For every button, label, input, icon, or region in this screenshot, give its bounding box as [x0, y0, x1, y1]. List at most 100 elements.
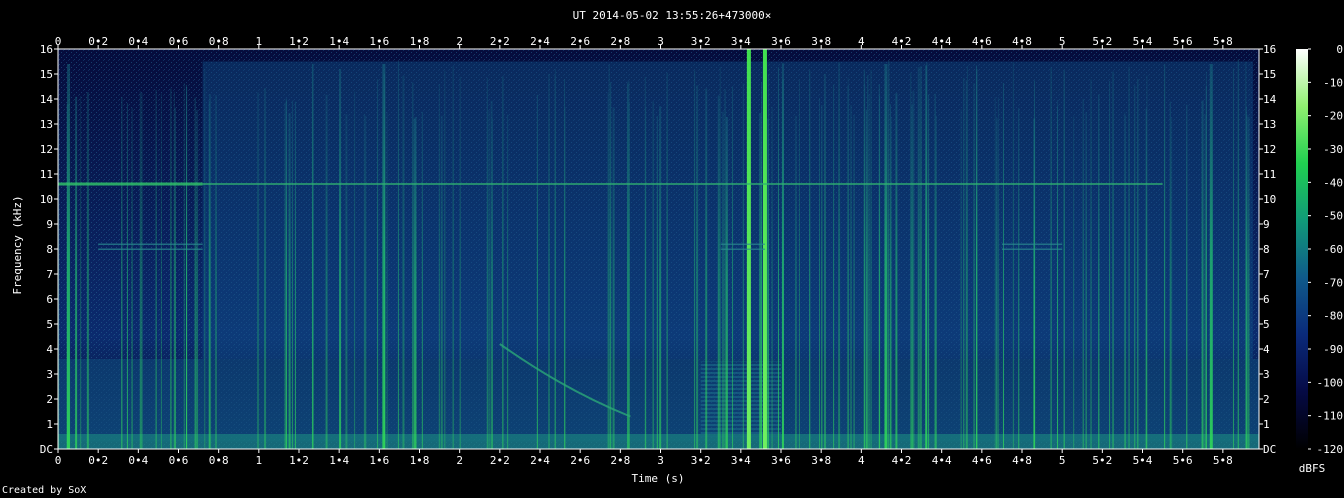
- transient-line: [174, 107, 176, 449]
- transient-line: [879, 95, 881, 449]
- y-tick-label-right: 7: [1263, 268, 1270, 281]
- y-tick-label-left: 2: [46, 393, 53, 406]
- transient-line: [925, 65, 928, 449]
- colorbar-tick-label: -10: [1323, 76, 1343, 89]
- x-tick-label-top: 3: [657, 35, 664, 48]
- transient-line: [1237, 59, 1239, 449]
- low-frequency-band: [58, 359, 1259, 442]
- transient-line: [121, 96, 123, 449]
- y-tick-label-right: 13: [1263, 118, 1276, 131]
- bright-transient-line: [382, 64, 386, 449]
- y-tick-label-left: 3: [46, 368, 53, 381]
- x-tick-label-top: 5•2: [1092, 35, 1112, 48]
- tone-10-6khz: [58, 182, 203, 186]
- colorbar-tick-label: -30: [1323, 143, 1343, 156]
- transient-line: [1085, 112, 1087, 449]
- x-tick-label-bottom: 5•8: [1213, 454, 1233, 467]
- aux-tone: [720, 243, 765, 245]
- transient-line: [397, 60, 399, 449]
- x-tick-label-top: 1•6: [369, 35, 389, 48]
- y-tick-label-left: 13: [40, 118, 53, 131]
- transient-line: [354, 91, 356, 449]
- transient-line: [140, 92, 143, 449]
- transient-line: [1012, 62, 1014, 449]
- x-tick-label-top: 2: [456, 35, 463, 48]
- transient-line: [1134, 85, 1136, 449]
- x-tick-label-top: 2•8: [610, 35, 630, 48]
- y-tick-label-right: 2: [1263, 393, 1270, 406]
- y-tick-label-right: 1: [1263, 418, 1270, 431]
- transient-line: [413, 118, 416, 449]
- colorbar-tick-label: -70: [1323, 276, 1343, 289]
- x-tick-label-top: 5: [1059, 35, 1066, 48]
- transient-line: [1204, 114, 1207, 449]
- transient-line: [696, 85, 699, 449]
- transient-line: [891, 117, 893, 449]
- transient-line: [284, 102, 286, 449]
- transient-line: [1164, 64, 1166, 449]
- x-tick-label-bottom: 5•6: [1173, 454, 1193, 467]
- colorbar-tick-label: -120: [1317, 443, 1344, 456]
- transient-line: [325, 94, 328, 449]
- colorbar-tick-label: -80: [1323, 310, 1343, 323]
- x-tick-label-bottom: 5•4: [1133, 454, 1153, 467]
- colorbar-tick-label: -100: [1317, 376, 1344, 389]
- x-tick-label-top: 3•6: [771, 35, 791, 48]
- transient-line: [536, 94, 538, 449]
- x-tick-label-top: 3•4: [731, 35, 751, 48]
- transient-line: [809, 70, 811, 449]
- transient-line: [155, 89, 157, 449]
- x-tick-label-bottom: 5•2: [1092, 454, 1112, 467]
- transient-line: [204, 68, 206, 449]
- transient-line: [564, 106, 566, 449]
- x-tick-label-top: 2•2: [490, 35, 510, 48]
- x-tick-label-top: 2•4: [530, 35, 550, 48]
- bright-transient-line: [1209, 64, 1213, 449]
- x-tick-label-bottom: 0•6: [169, 454, 189, 467]
- transient-line: [781, 63, 784, 449]
- aux-tone: [98, 243, 203, 245]
- transient-line: [717, 95, 720, 449]
- transient-line: [1109, 80, 1111, 449]
- colorbar-tick-label: -60: [1323, 243, 1343, 256]
- transient-line: [131, 107, 133, 449]
- transient-line: [868, 94, 870, 449]
- transient-line: [847, 77, 849, 449]
- y-tick-label-right: 8: [1263, 243, 1270, 256]
- transient-line: [75, 96, 78, 449]
- y-tick-label-left: 6: [46, 293, 53, 306]
- transient-line: [610, 82, 612, 449]
- x-tick-label-bottom: 2: [456, 454, 463, 467]
- transient-line: [257, 92, 259, 449]
- transient-line: [853, 114, 855, 449]
- transient-line: [286, 100, 288, 449]
- transient-line: [608, 64, 610, 449]
- y-tick-label-right: 6: [1263, 293, 1270, 306]
- y-tick-label-left: 1: [46, 418, 53, 431]
- x-tick-label-bottom: 4: [858, 454, 865, 467]
- aux-tone: [1001, 248, 1063, 250]
- transient-line: [997, 97, 999, 449]
- transient-line: [694, 70, 696, 449]
- transient-line: [1018, 107, 1020, 449]
- transient-line: [421, 111, 423, 449]
- colorbar-tick-label: -40: [1323, 176, 1343, 189]
- y-tick-label-left: 5: [46, 318, 53, 331]
- transient-line: [196, 109, 199, 449]
- transient-line: [935, 115, 937, 449]
- transient-line: [759, 112, 762, 449]
- transient-line: [973, 83, 976, 449]
- x-tick-label-top: 0: [55, 35, 62, 48]
- transient-line: [1171, 117, 1173, 449]
- transient-line: [934, 93, 936, 449]
- transient-line: [960, 109, 962, 449]
- x-tick-label-top: 4•6: [972, 35, 992, 48]
- x-tick-label-top: 1•2: [289, 35, 309, 48]
- transient-line: [208, 101, 210, 449]
- transient-line: [194, 97, 196, 449]
- transient-line: [444, 70, 446, 449]
- y-axis-label: Frequency (kHz): [11, 195, 24, 294]
- transient-line: [976, 69, 978, 449]
- transient-line: [1124, 112, 1126, 449]
- y-tick-label-left: 9: [46, 218, 53, 231]
